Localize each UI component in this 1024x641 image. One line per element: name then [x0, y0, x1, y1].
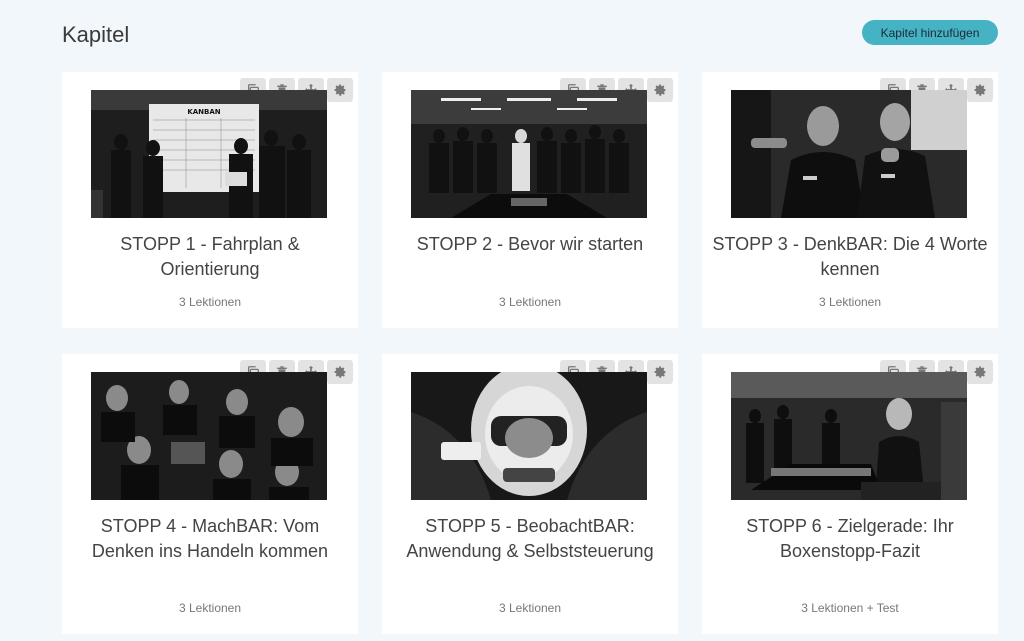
kanban-label: KANBAN: [187, 108, 220, 116]
chapter-card-2[interactable]: STOPP 2 - Bevor wir starten 3 Lektionen: [382, 72, 678, 328]
gear-icon[interactable]: [967, 78, 993, 102]
lesson-count: 3 Lektionen: [178, 295, 242, 309]
chapter-title[interactable]: STOPP 3 - DenkBAR: Die 4 Worte kennen: [712, 232, 988, 282]
chapter-title[interactable]: STOPP 4 - MachBAR: Vom Denken ins Handel…: [72, 514, 348, 564]
lesson-count: 3 Lektionen: [818, 295, 882, 309]
kanban-board-meeting-image: KANBAN: [91, 90, 327, 218]
chapter-card-3[interactable]: STOPP 3 - DenkBAR: Die 4 Worte kennen 3 …: [702, 72, 998, 328]
chapter-card-4[interactable]: STOPP 4 - MachBAR: Vom Denken ins Handel…: [62, 354, 358, 634]
chapter-card-5[interactable]: STOPP 5 - BeobachtBAR: Anwendung & Selbs…: [382, 354, 678, 634]
gear-icon[interactable]: [647, 360, 673, 384]
chapter-card-6[interactable]: STOPP 6 - Zielgerade: Ihr Boxenstopp-Faz…: [702, 354, 998, 634]
lesson-count: 3 Lektionen + Test: [801, 601, 899, 615]
pit-crew-team-image: [411, 90, 647, 218]
page-title: Kapitel: [62, 22, 130, 47]
lesson-count: 3 Lektionen: [498, 295, 562, 309]
gear-icon[interactable]: [967, 360, 993, 384]
chapter-title[interactable]: STOPP 5 - BeobachtBAR: Anwendung & Selbs…: [392, 514, 668, 564]
woman-pit-lane-image: [731, 372, 967, 500]
two-engineers-pointing-image: [731, 90, 967, 218]
driver-helmet-image: [411, 372, 647, 500]
gear-icon[interactable]: [327, 360, 353, 384]
gear-icon[interactable]: [327, 78, 353, 102]
race-team-collage-image: [91, 372, 327, 500]
chapter-title[interactable]: STOPP 2 - Bevor wir starten: [392, 232, 668, 257]
lesson-count: 3 Lektionen: [178, 601, 242, 615]
gear-icon[interactable]: [647, 78, 673, 102]
add-chapter-button[interactable]: Kapitel hinzufügen: [862, 20, 998, 45]
lesson-count: 3 Lektionen: [498, 601, 562, 615]
chapter-title[interactable]: STOPP 6 - Zielgerade: Ihr Boxenstopp-Faz…: [712, 514, 988, 564]
chapter-title[interactable]: STOPP 1 - Fahrplan & Orientierung: [72, 232, 348, 282]
chapter-card-1[interactable]: KANBAN STOPP 1 - Fahrplan & Orientierung…: [62, 72, 358, 328]
